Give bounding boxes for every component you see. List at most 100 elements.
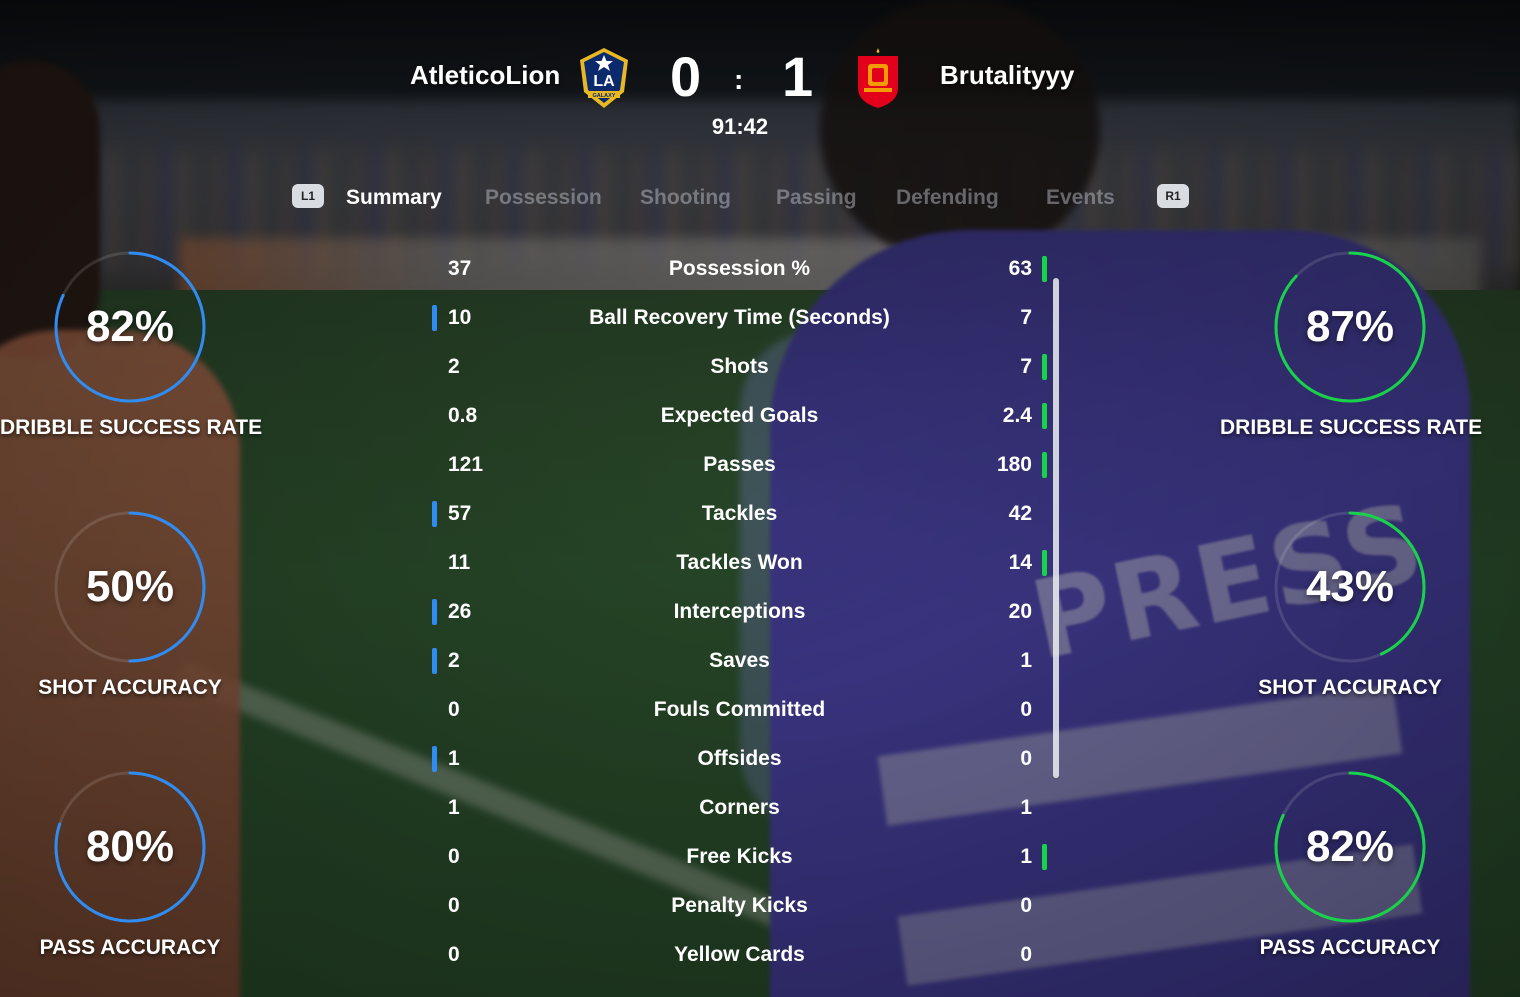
r1-button-icon[interactable]: R1	[1157, 184, 1189, 208]
away-ring-caption: PASS ACCURACY	[1259, 936, 1441, 959]
home-stat-value: 2	[448, 649, 460, 672]
home-ring-value: 50%	[85, 562, 175, 611]
stat-row: 1 Offsides 0	[432, 734, 1062, 783]
away-stat-value: 7	[1020, 355, 1032, 378]
away-stat-value: 0	[1020, 747, 1032, 770]
away-ring-stat: 87% DRIBBLE SUCCESS RATE	[1220, 250, 1483, 450]
stat-label: Offsides	[697, 747, 782, 770]
away-ring-stat: 43% SHOT ACCURACY	[1220, 510, 1480, 710]
l1-button-icon[interactable]: L1	[292, 184, 324, 208]
away-stat-value: 0	[1020, 698, 1032, 721]
stat-label: Saves	[709, 649, 770, 672]
away-leader-bar	[1042, 452, 1047, 478]
away-stat-value: 1	[1020, 796, 1032, 819]
home-stat-value: 1	[448, 747, 460, 770]
home-crest-icon: LA GALAXY	[580, 48, 628, 108]
stat-row: 2 Shots 7	[432, 342, 1062, 391]
home-leader-bar	[432, 746, 437, 772]
home-stat-value: 0	[448, 943, 460, 966]
home-ring-caption: SHOT ACCURACY	[38, 676, 222, 699]
home-leader-bar	[432, 501, 437, 527]
stat-row: 0 Penalty Kicks 0	[432, 881, 1062, 930]
away-ring-value: 87%	[1305, 302, 1395, 351]
tab-possession[interactable]: Possession	[485, 186, 602, 210]
stat-label: Tackles Won	[676, 551, 803, 574]
stat-label: Interceptions	[673, 600, 806, 623]
home-crest-subtext: GALAXY	[593, 93, 616, 99]
away-crest-icon	[858, 48, 898, 108]
stat-label: Possession %	[668, 257, 811, 280]
tab-summary[interactable]: Summary	[346, 186, 442, 210]
away-stat-value: 42	[1008, 502, 1032, 525]
home-stat-value: 26	[448, 600, 472, 623]
home-ring-value: 80%	[85, 822, 175, 871]
stat-label: Corners	[699, 796, 780, 819]
stat-label: Penalty Kicks	[671, 894, 808, 917]
home-ring-caption: PASS ACCURACY	[39, 936, 221, 959]
away-ring-stat: 82% PASS ACCURACY	[1220, 770, 1480, 970]
home-stat-value: 0	[448, 845, 460, 868]
stat-row: 121 Passes 180	[432, 440, 1062, 489]
stat-row: 0 Free Kicks 1	[432, 832, 1062, 881]
away-stat-value: 1	[1020, 845, 1032, 868]
home-ring-stat: 80% PASS ACCURACY	[0, 770, 260, 970]
tab-defending[interactable]: Defending	[896, 186, 999, 210]
away-stat-value: 180	[996, 453, 1032, 476]
away-leader-bar	[1042, 844, 1047, 870]
home-ring-stat: 50% SHOT ACCURACY	[0, 510, 260, 710]
home-team-name: AtleticoLion	[410, 60, 561, 90]
home-stat-value: 0	[448, 698, 460, 721]
stat-label: Passes	[703, 453, 776, 476]
home-leader-bar	[432, 648, 437, 674]
stat-row: 11 Tackles Won 14	[432, 538, 1062, 587]
away-stat-value: 0	[1020, 943, 1032, 966]
home-stat-value: 11	[448, 551, 471, 574]
home-stat-value: 1	[448, 796, 460, 819]
stat-label: Yellow Cards	[674, 943, 805, 966]
away-stat-value: 63	[1008, 257, 1032, 280]
away-ring-value: 82%	[1305, 822, 1395, 871]
home-ring-stat: 82% DRIBBLE SUCCESS RATE	[0, 250, 263, 450]
away-ring-caption: SHOT ACCURACY	[1258, 676, 1442, 699]
home-stat-value: 0.8	[448, 404, 478, 427]
away-stat-value: 7	[1020, 306, 1032, 329]
away-ring-caption: DRIBBLE SUCCESS RATE	[1220, 416, 1483, 439]
away-stat-value: 0	[1020, 894, 1032, 917]
home-crest-text: LA	[593, 73, 615, 90]
score-separator: :	[734, 64, 744, 95]
away-leader-bar	[1042, 403, 1047, 429]
stat-label: Tackles	[701, 502, 778, 525]
home-stat-value: 121	[448, 453, 484, 476]
away-ring-value: 43%	[1305, 562, 1395, 611]
away-stat-value: 1	[1020, 649, 1032, 672]
stat-row: 0 Fouls Committed 0	[432, 685, 1062, 734]
home-stat-value: 0	[448, 894, 460, 917]
tab-shooting[interactable]: Shooting	[640, 186, 731, 210]
away-score: 1	[782, 45, 814, 108]
stat-label: Ball Recovery Time (Seconds)	[589, 306, 890, 329]
home-leader-bar	[432, 305, 437, 331]
home-leader-bar	[432, 599, 437, 625]
stat-row: 37 Possession % 63	[432, 244, 1062, 293]
stat-label: Shots	[710, 355, 769, 378]
away-stat-value: 20	[1008, 600, 1032, 623]
away-leader-bar	[1042, 256, 1047, 282]
home-stat-value: 57	[448, 502, 472, 525]
stats-scrollbar[interactable]	[1053, 278, 1059, 778]
stat-label: Free Kicks	[686, 845, 793, 868]
home-ring-caption: DRIBBLE SUCCESS RATE	[0, 416, 263, 439]
stat-row: 0.8 Expected Goals 2.4	[432, 391, 1062, 440]
away-leader-bar	[1042, 354, 1047, 380]
stat-row: 2 Saves 1	[432, 636, 1062, 685]
stat-row: 1 Corners 1	[432, 783, 1062, 832]
tab-events[interactable]: Events	[1046, 186, 1115, 210]
match-clock: 91:42	[711, 114, 769, 139]
stat-label: Expected Goals	[660, 404, 819, 427]
away-stat-value: 2.4	[1002, 404, 1032, 427]
stat-label: Fouls Committed	[653, 698, 826, 721]
home-stat-value: 37	[448, 257, 472, 280]
tab-passing[interactable]: Passing	[776, 186, 857, 210]
home-ring-value: 82%	[85, 302, 175, 351]
away-leader-bar	[1042, 550, 1047, 576]
stat-row: 57 Tackles 42	[432, 489, 1062, 538]
